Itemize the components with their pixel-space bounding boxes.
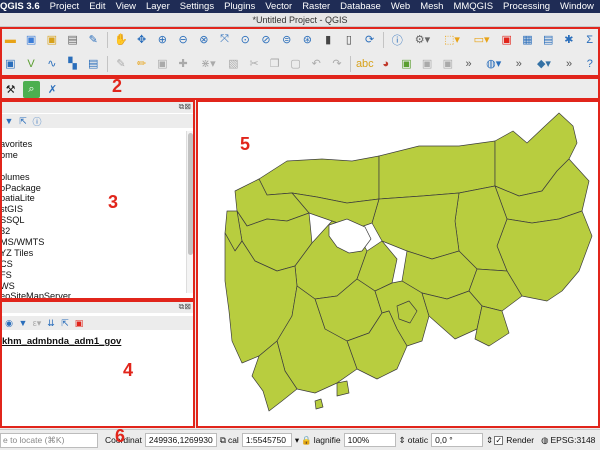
menu-vector[interactable]: Vector (260, 1, 297, 12)
marker-2: 2 (112, 76, 123, 96)
chevron-down-icon[interactable]: ▾ (295, 435, 299, 446)
menu-database[interactable]: Database (335, 1, 386, 12)
extents-toggle-icon[interactable]: ⧉ (220, 435, 226, 446)
render-label: Render (506, 435, 535, 445)
menu-edit[interactable]: Edit (84, 1, 110, 12)
menu-raster[interactable]: Raster (297, 1, 335, 12)
layers-highlight (0, 300, 195, 428)
marker-4: 4 (123, 360, 134, 380)
marker-5: 5 (240, 134, 251, 154)
menu-mesh[interactable]: Mesh (415, 1, 448, 12)
scale-field[interactable]: 1:5545750 (241, 433, 292, 447)
menu-web[interactable]: Web (386, 1, 415, 12)
crs-globe-icon[interactable]: ◍ (541, 435, 548, 446)
magnifier-stepper-icon[interactable]: ⇕ (399, 435, 406, 446)
menu-plugins[interactable]: Plugins (219, 1, 260, 12)
map-highlight (196, 100, 600, 428)
rotation-label: otatic (407, 435, 429, 445)
marker-6: 6 (115, 426, 126, 446)
magnifier-label: lagnifie (313, 435, 341, 445)
scale-label: cal (227, 435, 239, 445)
locator-search-input[interactable]: e to locate (⌘K) (0, 432, 98, 448)
menu-project[interactable]: Project (45, 1, 85, 12)
toolbar2-highlight (0, 77, 600, 100)
menu-settings[interactable]: Settings (175, 1, 219, 12)
coordinate-field[interactable]: 249936,1269930 (144, 433, 217, 447)
status-bar: e to locate (⌘K) Coordinat 249936,126993… (0, 429, 600, 450)
browser-highlight (0, 100, 195, 300)
magnifier-field[interactable]: 100% (343, 433, 396, 447)
rotation-field[interactable]: 0,0 ° (431, 433, 484, 447)
menu-view[interactable]: View (111, 1, 141, 12)
menu-layer[interactable]: Layer (141, 1, 175, 12)
menu-mmqgis[interactable]: MMQGIS (448, 1, 498, 12)
window-title: *Untitled Project - QGIS (0, 13, 600, 27)
marker-3: 3 (108, 192, 119, 212)
render-checkbox[interactable]: ✓ (494, 435, 504, 445)
toolbar-highlight (0, 27, 600, 77)
menu-processing[interactable]: Processing (498, 1, 555, 12)
crs-label[interactable]: EPSG:3148 (551, 435, 596, 445)
app-menu[interactable]: QGIS 3.6 (0, 1, 45, 12)
rotation-stepper-icon[interactable]: ⇕ (486, 435, 493, 446)
menu-window[interactable]: Window (555, 1, 599, 12)
lock-scale-icon[interactable]: 🔒 (301, 435, 312, 446)
menu-bar: QGIS 3.6 Project Edit View Layer Setting… (0, 0, 600, 13)
